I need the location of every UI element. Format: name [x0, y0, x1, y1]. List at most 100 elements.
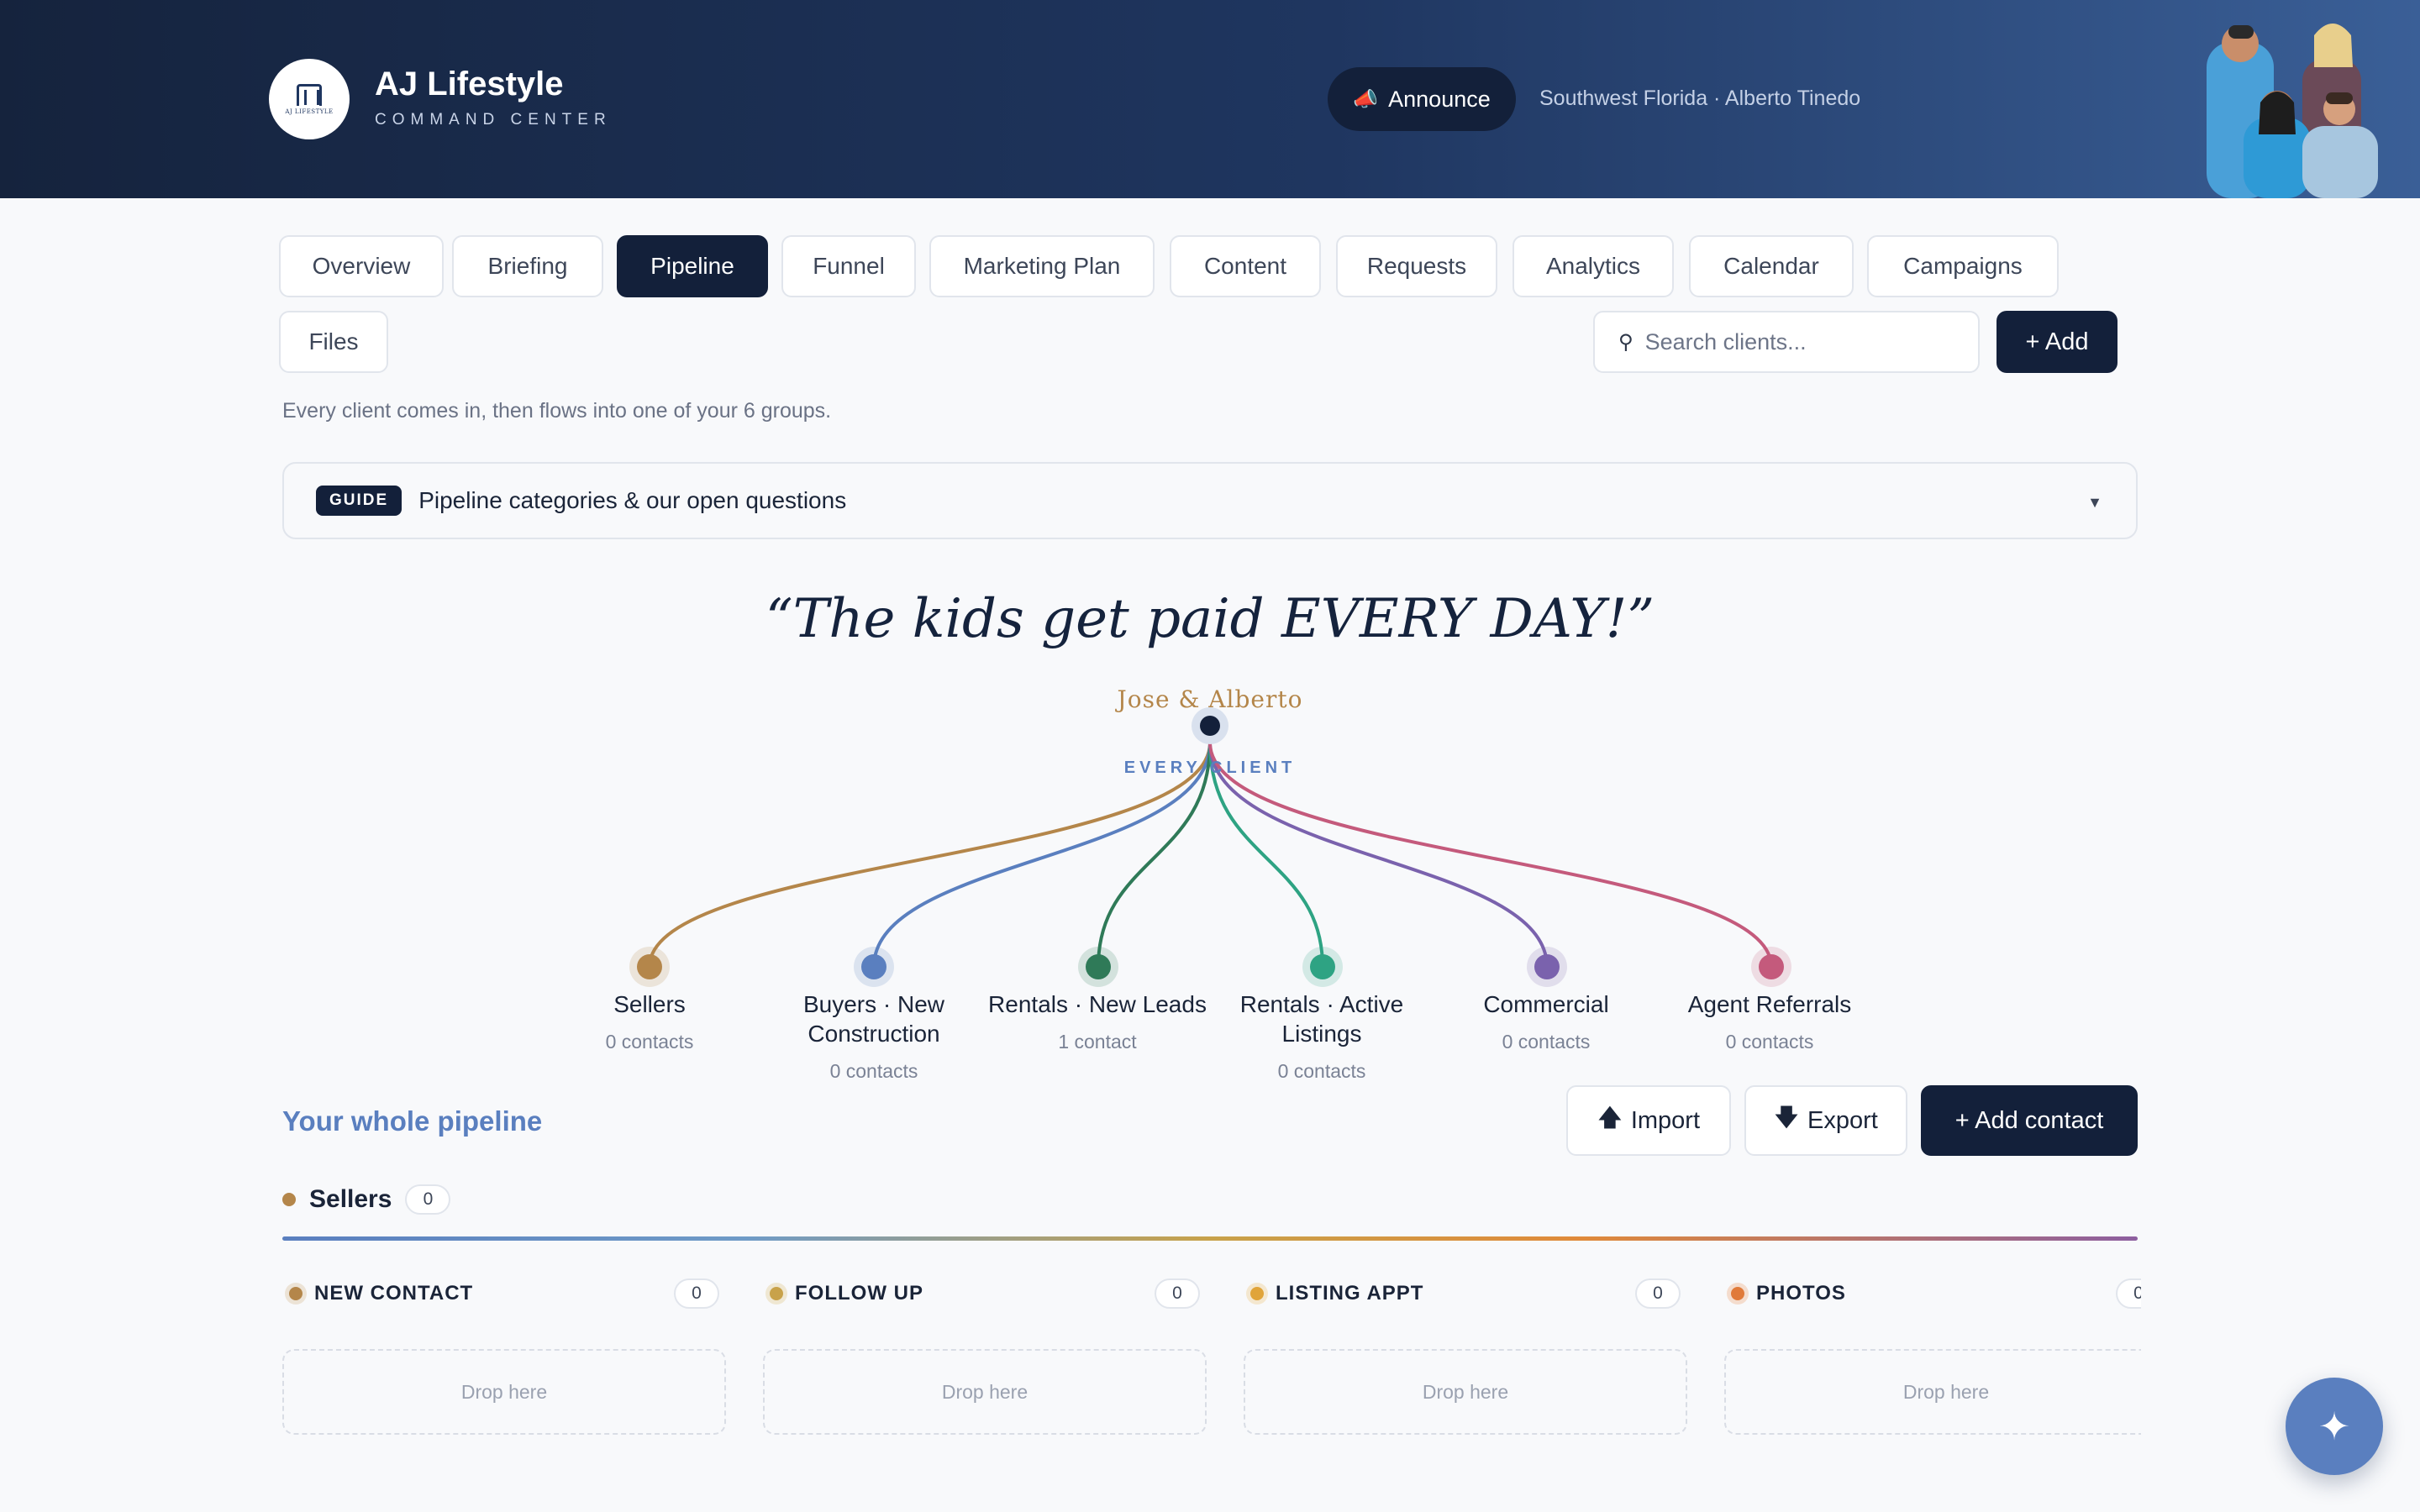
category-count: 0 contacts — [1277, 1060, 1366, 1082]
upload-arrow-icon: 🡅 — [1597, 1104, 1623, 1131]
region-text: Southwest Florida · Alberto Tinedo — [1539, 87, 1861, 110]
stage-name: LISTING APPT — [1276, 1282, 1424, 1305]
stage-header: NEW CONTACT 0 — [282, 1270, 726, 1317]
announce-label: Announce — [1388, 86, 1491, 112]
category-rentals-new-leads[interactable]: Rentals · New Leads 1 contact — [980, 990, 1215, 1053]
tab-calendar[interactable]: Calendar — [1689, 235, 1854, 297]
category-commercial[interactable]: Commercial 0 contacts — [1428, 990, 1664, 1053]
category-node — [1759, 954, 1784, 979]
logo-text: AJ LIFESTYLE — [285, 108, 334, 115]
stage-header: FOLLOW UP 0 — [763, 1270, 1207, 1317]
drop-zone[interactable]: Drop here — [282, 1349, 726, 1435]
export-button[interactable]: 🡇 Export — [1744, 1085, 1907, 1156]
sparkle-icon: ✦ — [2317, 1404, 2351, 1448]
export-label: Export — [1807, 1106, 1878, 1134]
group-color-dot — [282, 1193, 296, 1206]
stage-color-dot — [770, 1287, 783, 1300]
import-button[interactable]: 🡅 Import — [1566, 1085, 1731, 1156]
download-arrow-icon: 🡇 — [1774, 1104, 1799, 1131]
category-node-halo — [854, 947, 894, 987]
guide-title: Pipeline categories & our open questions — [418, 487, 847, 513]
stage-column-new-contact: NEW CONTACT 0 Drop here — [282, 1270, 726, 1435]
tab-marketing-plan[interactable]: Marketing Plan — [929, 235, 1155, 297]
stage-column-photos: PHOTOS 0 Drop here — [1724, 1270, 2141, 1435]
group-divider — [282, 1236, 2138, 1241]
stage-name: NEW CONTACT — [314, 1282, 474, 1305]
drop-zone[interactable]: Drop here — [1244, 1349, 1687, 1435]
stage-color-dot — [289, 1287, 302, 1300]
stage-name: FOLLOW UP — [795, 1282, 923, 1305]
stage-header: LISTING APPT 0 — [1244, 1270, 1687, 1317]
stage-color-dot — [1250, 1287, 1264, 1300]
category-buyers-new-construction[interactable]: Buyers · New Construction 0 contacts — [756, 990, 992, 1083]
announce-button[interactable]: 📣 Announce — [1328, 67, 1516, 131]
category-node — [1534, 954, 1560, 979]
tab-overview[interactable]: Overview — [279, 235, 444, 297]
category-name: Agent Referrals — [1687, 991, 1852, 1017]
category-node-halo — [1527, 947, 1567, 987]
guide-accordion[interactable]: GUIDE Pipeline categories & our open que… — [282, 462, 2138, 539]
tab-funnel[interactable]: Funnel — [781, 235, 916, 297]
stage-name: PHOTOS — [1756, 1282, 1846, 1305]
import-label: Import — [1630, 1106, 1700, 1134]
category-count: 0 contacts — [829, 1060, 918, 1082]
motto-signature: Jose & Alberto — [1117, 685, 1303, 713]
tab-content[interactable]: Content — [1170, 235, 1321, 297]
megaphone-icon: 📣 — [1353, 87, 1379, 111]
chevron-down-icon: ▼ — [2087, 494, 2102, 511]
root-node — [1200, 716, 1220, 736]
drop-zone[interactable]: Drop here — [763, 1349, 1207, 1435]
tab-analytics[interactable]: Analytics — [1512, 235, 1674, 297]
category-count: 0 contacts — [605, 1031, 694, 1053]
brand-title: AJ Lifestyle — [375, 66, 564, 102]
stage-count-badge: 0 — [1155, 1278, 1200, 1309]
root-label: EVERY CLIENT — [1123, 759, 1297, 777]
tab-files[interactable]: Files — [279, 311, 388, 373]
add-button[interactable]: + Add — [1996, 311, 2118, 373]
category-node — [637, 954, 662, 979]
stage-columns: NEW CONTACT 0 Drop here FOLLOW UP 0 Drop… — [282, 1270, 2141, 1438]
category-name: Rentals · Active Listings — [1239, 991, 1404, 1047]
search-icon: ⚲ — [1618, 330, 1634, 354]
stage-header: PHOTOS 0 — [1724, 1270, 2141, 1317]
stage-column-listing-appt: LISTING APPT 0 Drop here — [1244, 1270, 1687, 1435]
category-name: Buyers · New Construction — [802, 991, 945, 1047]
category-count: 0 contacts — [1725, 1031, 1814, 1053]
category-count: 1 contact — [1058, 1031, 1137, 1053]
tab-briefing[interactable]: Briefing — [452, 235, 603, 297]
category-node — [861, 954, 886, 979]
category-rentals-active-listings[interactable]: Rentals · Active Listings 0 contacts — [1204, 990, 1439, 1083]
search-box[interactable]: ⚲ — [1593, 311, 1980, 373]
category-node-halo — [629, 947, 670, 987]
tab-campaigns[interactable]: Campaigns — [1867, 235, 2059, 297]
category-count: 0 contacts — [1502, 1031, 1591, 1053]
stage-color-dot — [1731, 1287, 1744, 1300]
stage-count-badge: 0 — [2116, 1278, 2141, 1309]
stage-column-follow-up: FOLLOW UP 0 Drop here — [763, 1270, 1207, 1435]
category-sellers[interactable]: Sellers 0 contacts — [532, 990, 767, 1053]
brand-logo[interactable]: AJ LIFESTYLE — [269, 59, 350, 139]
pipeline-section-title: Your whole pipeline — [282, 1105, 543, 1137]
category-node-halo — [1078, 947, 1118, 987]
app-header: AJ LIFESTYLE AJ Lifestyle COMMAND CENTER… — [0, 0, 2420, 198]
logo-building-icon — [297, 83, 322, 106]
search-input[interactable] — [1644, 328, 1948, 355]
guide-badge: GUIDE — [316, 486, 402, 516]
brand-subtitle: COMMAND CENTER — [375, 111, 612, 129]
stage-count-badge: 0 — [674, 1278, 719, 1309]
group-header-sellers[interactable]: Sellers 0 — [282, 1184, 451, 1215]
tab-pipeline[interactable]: Pipeline — [617, 235, 768, 297]
add-contact-button[interactable]: + Add contact — [1921, 1085, 2138, 1156]
category-node-halo — [1302, 947, 1343, 987]
motto-quote: “The kids get paid EVERY DAY!” — [765, 588, 1655, 650]
pipeline-intro-text: Every client comes in, then flows into o… — [282, 399, 832, 423]
category-name: Sellers — [613, 991, 686, 1017]
category-agent-referrals[interactable]: Agent Referrals 0 contacts — [1652, 990, 1887, 1053]
tab-requests[interactable]: Requests — [1336, 235, 1497, 297]
category-name: Rentals · New Leads — [988, 991, 1207, 1017]
category-node — [1310, 954, 1335, 979]
team-photo — [2207, 24, 2378, 198]
drop-zone[interactable]: Drop here — [1724, 1349, 2141, 1435]
assistant-fab-button[interactable]: ✦ — [2286, 1378, 2383, 1475]
stage-count-badge: 0 — [1635, 1278, 1681, 1309]
